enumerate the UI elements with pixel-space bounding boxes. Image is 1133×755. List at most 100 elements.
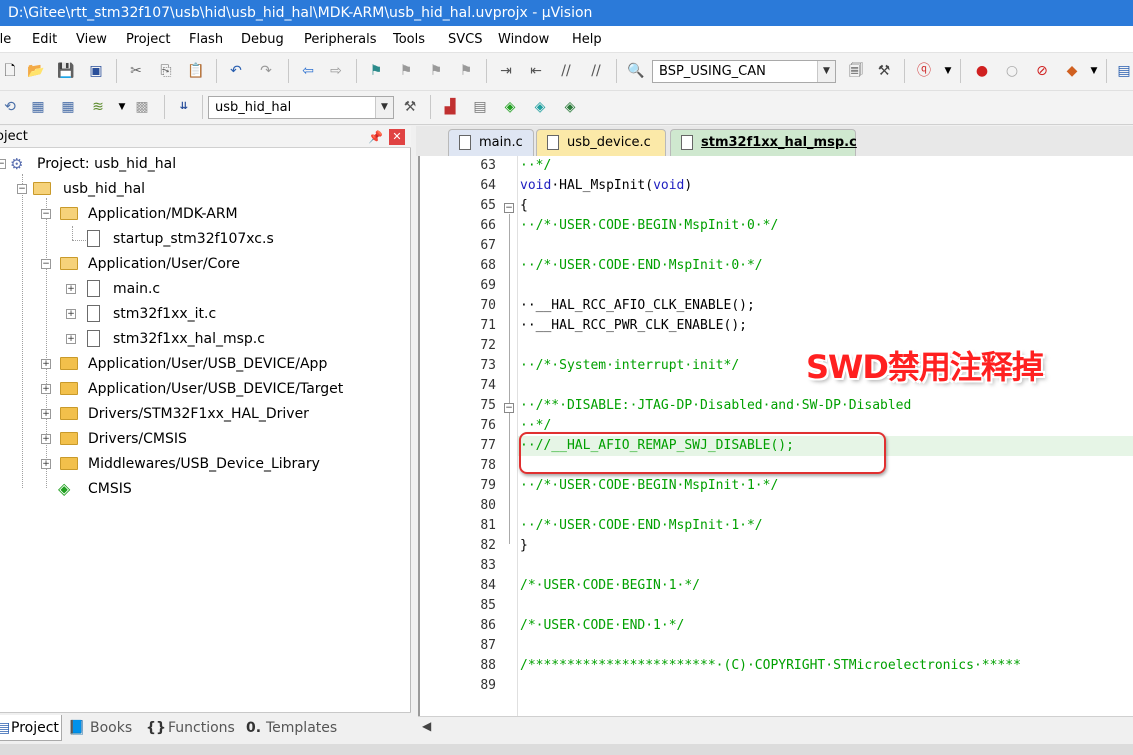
- chevron-down-icon[interactable]: ▼: [817, 61, 835, 82]
- tab-usb-device-c[interactable]: usb_device.c: [536, 129, 666, 156]
- collapse-icon[interactable]: −: [17, 184, 27, 194]
- comment-icon[interactable]: //: [556, 61, 576, 81]
- menu-view[interactable]: View: [76, 26, 107, 53]
- code-line[interactable]: ··__HAL_RCC_AFIO_CLK_ENABLE();: [520, 296, 755, 316]
- menu-window[interactable]: Window: [498, 26, 549, 53]
- code-line[interactable]: ··/*·USER·CODE·END·MspInit·0·*/: [520, 256, 763, 276]
- build-icon[interactable]: ▦: [28, 97, 48, 117]
- pack-installer-icon[interactable]: ◈: [530, 97, 550, 117]
- prev-bookmark-icon[interactable]: ⚑: [396, 61, 416, 81]
- menu-help[interactable]: Help: [572, 26, 602, 53]
- incremental-find-icon[interactable]: ⚒: [874, 61, 894, 81]
- expand-icon[interactable]: +: [66, 309, 76, 319]
- nav-back-icon[interactable]: ⇦: [298, 61, 318, 81]
- uncomment-icon[interactable]: //: [586, 61, 606, 81]
- open-folder-icon[interactable]: 📂: [26, 61, 46, 81]
- select-packs-icon[interactable]: ▤: [470, 97, 490, 117]
- new-file-icon[interactable]: 🗋: [0, 61, 20, 81]
- code-line[interactable]: /*·USER·CODE·END·1·*/: [520, 616, 684, 636]
- code-line[interactable]: /************************·(C)·COPYRIGHT·…: [520, 656, 1021, 676]
- code-line[interactable]: ··*/: [520, 156, 551, 176]
- expand-icon[interactable]: +: [66, 334, 76, 344]
- kill-breakpoints-icon[interactable]: ◆: [1062, 61, 1082, 81]
- chevron-down-icon[interactable]: ▼: [112, 97, 132, 117]
- chevron-down-icon[interactable]: ▼: [1084, 61, 1104, 81]
- tree-item-component[interactable]: ◈ CMSIS: [0, 478, 410, 500]
- find-icon[interactable]: 🗐: [846, 61, 866, 81]
- tree-item-group[interactable]: + Drivers/CMSIS: [0, 428, 410, 450]
- tree-item-group[interactable]: + Drivers/STM32F1xx_HAL_Driver: [0, 403, 410, 425]
- horizontal-scrollbar[interactable]: ◀: [418, 716, 1133, 736]
- collapse-icon[interactable]: −: [41, 209, 51, 219]
- fold-collapse-icon[interactable]: −: [504, 403, 514, 413]
- translate-icon[interactable]: ⟲: [0, 97, 20, 117]
- cut-icon[interactable]: ✂: [126, 61, 146, 81]
- disable-all-breakpoints-icon[interactable]: ⊘: [1032, 61, 1052, 81]
- tree-item-file[interactable]: + main.c: [0, 278, 410, 300]
- breakpoint-icon[interactable]: ●: [972, 61, 992, 81]
- software-packs-icon[interactable]: ◈: [560, 97, 580, 117]
- menu-peripherals[interactable]: Peripherals: [304, 26, 377, 53]
- tab-stm32f1xx-hal-msp-c[interactable]: stm32f1xx_hal_msp.c: [670, 129, 857, 156]
- redo-icon[interactable]: ↷: [256, 61, 276, 81]
- menu-edit[interactable]: Edit: [32, 26, 57, 53]
- menu-tools[interactable]: Tools: [393, 26, 425, 53]
- pin-icon[interactable]: 📌: [368, 126, 383, 148]
- save-icon[interactable]: 💾: [56, 61, 76, 81]
- paste-icon[interactable]: 📋: [186, 61, 206, 81]
- tab-functions[interactable]: {} Functions: [144, 715, 236, 741]
- find-combo[interactable]: BSP_USING_CAN ▼: [652, 60, 836, 83]
- tree-item-group[interactable]: + Middlewares/USB_Device_Library: [0, 453, 410, 475]
- rebuild-icon[interactable]: ▦: [58, 97, 78, 117]
- menu-debug[interactable]: Debug: [241, 26, 284, 53]
- code-line[interactable]: ··/**·DISABLE:·JTAG-DP·Disabled·and·SW-D…: [520, 396, 911, 416]
- manage-rte-icon[interactable]: ◈: [500, 97, 520, 117]
- chevron-down-icon[interactable]: ▼: [375, 97, 393, 118]
- code-line[interactable]: {: [520, 196, 528, 216]
- next-bookmark-icon[interactable]: ⚑: [426, 61, 446, 81]
- tree-item-file[interactable]: + stm32f1xx_it.c: [0, 303, 410, 325]
- tab-books[interactable]: 📘 Books: [66, 715, 136, 741]
- download-icon[interactable]: ⇊: [174, 97, 194, 117]
- target-options-icon[interactable]: ⚒: [400, 97, 420, 117]
- tree-item-group[interactable]: + Application/User/USB_DEVICE/Target: [0, 378, 410, 400]
- tree-item-file[interactable]: + stm32f1xx_hal_msp.c: [0, 328, 410, 350]
- code-line[interactable]: ··/*·System·interrupt·init*/: [520, 356, 739, 376]
- chevron-down-icon[interactable]: ▼: [938, 61, 958, 81]
- code-line[interactable]: ··/*·USER·CODE·BEGIN·MspInit·0·*/: [520, 216, 778, 236]
- tree-item-group[interactable]: − Application/MDK-ARM: [0, 203, 410, 225]
- collapse-icon[interactable]: −: [41, 259, 51, 269]
- code-line[interactable]: }: [520, 536, 528, 556]
- tree-item-group[interactable]: + Application/User/USB_DEVICE/App: [0, 353, 410, 375]
- disable-breakpoint-icon[interactable]: ○: [1002, 61, 1022, 81]
- indent-icon[interactable]: ⇥: [496, 61, 516, 81]
- target-select[interactable]: usb_hid_hal ▼: [208, 96, 394, 119]
- stop-build-icon[interactable]: ▩: [132, 97, 152, 117]
- copy-icon[interactable]: ⎘: [156, 61, 176, 81]
- debug-session-icon[interactable]: ⓠ: [914, 61, 934, 81]
- unindent-icon[interactable]: ⇤: [526, 61, 546, 81]
- code-line[interactable]: /*·USER·CODE·BEGIN·1·*/: [520, 576, 700, 596]
- menu-file[interactable]: ile: [0, 26, 11, 53]
- collapse-icon[interactable]: −: [0, 159, 6, 169]
- expand-icon[interactable]: +: [66, 284, 76, 294]
- menu-flash[interactable]: Flash: [189, 26, 223, 53]
- find-in-files-icon[interactable]: 🔍: [626, 61, 646, 81]
- expand-icon[interactable]: +: [41, 434, 51, 444]
- code-line[interactable]: ··/*·USER·CODE·BEGIN·MspInit·1·*/: [520, 476, 778, 496]
- tree-item-project-root[interactable]: − ⚙ Project: usb_hid_hal: [0, 153, 410, 175]
- window-layout-icon[interactable]: ▤: [1114, 61, 1133, 81]
- code-line[interactable]: ··/*·USER·CODE·END·MspInit·1·*/: [520, 516, 763, 536]
- save-all-icon[interactable]: ▣: [86, 61, 106, 81]
- bookmark-icon[interactable]: ⚑: [366, 61, 386, 81]
- expand-icon[interactable]: +: [41, 384, 51, 394]
- nav-forward-icon[interactable]: ⇨: [326, 61, 346, 81]
- expand-icon[interactable]: +: [41, 409, 51, 419]
- batch-build-icon[interactable]: ≋: [88, 97, 108, 117]
- expand-icon[interactable]: +: [41, 359, 51, 369]
- code-line[interactable]: void·HAL_MspInit(void): [520, 176, 692, 196]
- expand-icon[interactable]: +: [41, 459, 51, 469]
- undo-icon[interactable]: ↶: [226, 61, 246, 81]
- fold-collapse-icon[interactable]: −: [504, 203, 514, 213]
- tab-project[interactable]: ▤ Project: [0, 715, 62, 741]
